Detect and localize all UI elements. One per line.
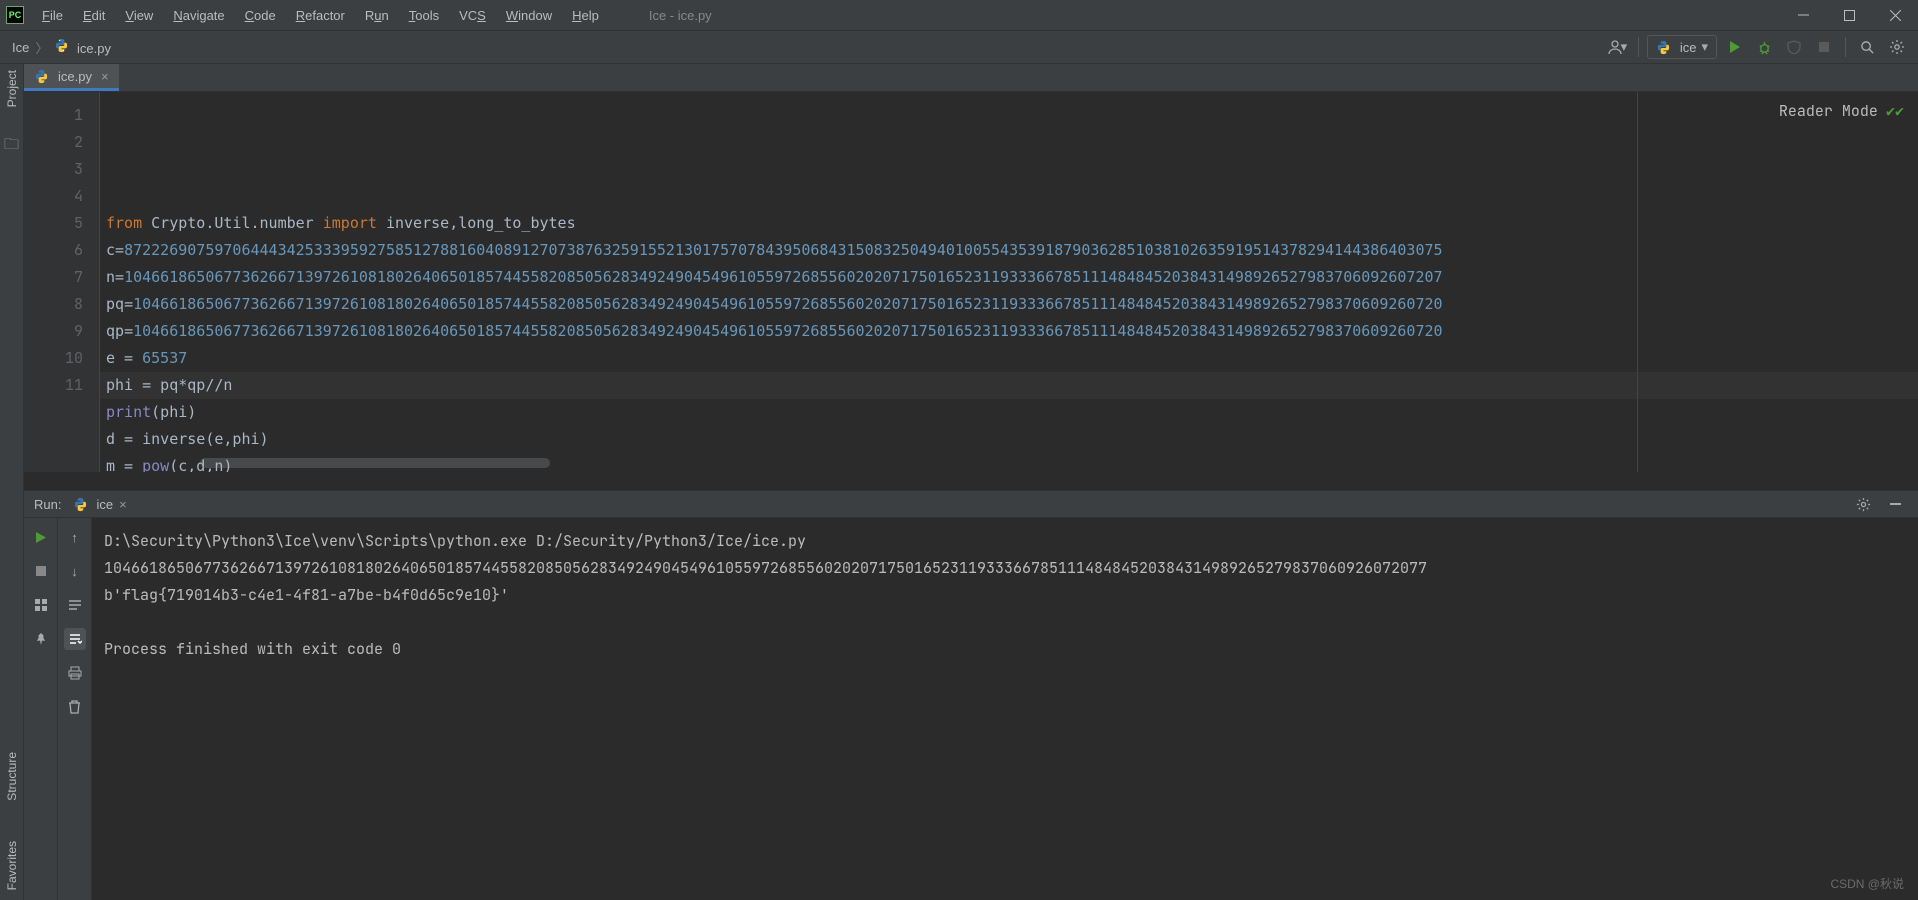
breadcrumb: Ice 〉 ice.py xyxy=(12,38,111,57)
close-button[interactable] xyxy=(1872,0,1918,31)
menu-run[interactable]: Run xyxy=(355,0,399,31)
separator xyxy=(1845,37,1846,57)
main-menu: File Edit View Navigate Code Refactor Ru… xyxy=(32,0,609,31)
print-button[interactable] xyxy=(64,662,86,684)
menu-help[interactable]: Help xyxy=(562,0,609,31)
project-folder-icon: 🗀 xyxy=(4,134,19,159)
left-toolwindow-strip: Project 🗀 Structure Favorites xyxy=(0,64,24,900)
navigation-bar: Ice 〉 ice.py ▾ ice ▾ xyxy=(0,31,1918,64)
close-run-tab-icon[interactable]: × xyxy=(119,497,127,512)
pin-button[interactable] xyxy=(30,628,52,650)
menu-code[interactable]: Code xyxy=(235,0,286,31)
title-bar: PC File Edit View Navigate Code Refactor… xyxy=(0,0,1918,31)
run-toolwindow-header: Run: ice × xyxy=(24,490,1918,518)
breadcrumb-file[interactable]: ice.py xyxy=(54,38,111,56)
editor-status-widgets: Reader Mode ✔✔ xyxy=(1779,98,1904,125)
menu-window[interactable]: Window xyxy=(496,0,562,31)
run-title: Run: xyxy=(34,497,61,512)
run-toolwindow: ↑ ↓ D:\Security\Python3\Ice\venv\Scripts… xyxy=(24,518,1918,900)
chevron-right-icon: 〉 xyxy=(35,38,48,57)
down-stack-button[interactable]: ↓ xyxy=(64,560,86,582)
minimize-button[interactable] xyxy=(1780,0,1826,31)
soft-wrap-button[interactable] xyxy=(64,594,86,616)
menu-file[interactable]: File xyxy=(32,0,73,31)
python-icon xyxy=(73,497,88,512)
editor-tab-label: ice.py xyxy=(58,69,92,84)
reader-mode-label[interactable]: Reader Mode xyxy=(1779,98,1878,125)
menu-view[interactable]: View xyxy=(115,0,163,31)
editor-tab[interactable]: ice.py × xyxy=(24,64,119,91)
run-config-selector[interactable]: ice ▾ xyxy=(1647,35,1717,59)
run-side-toolbar-right: ↑ ↓ xyxy=(58,518,92,900)
debug-button[interactable] xyxy=(1751,34,1777,60)
python-icon xyxy=(1656,40,1671,55)
run-config-name[interactable]: ice xyxy=(96,497,113,512)
menu-refactor[interactable]: Refactor xyxy=(286,0,355,31)
structure-toolwindow-button[interactable]: Structure xyxy=(5,752,19,801)
rerun-button[interactable] xyxy=(30,526,52,548)
inspection-ok-icon[interactable]: ✔✔ xyxy=(1886,98,1904,125)
scroll-to-end-button[interactable] xyxy=(64,628,86,650)
window-controls xyxy=(1780,0,1918,31)
toolbar-right: ▾ ice ▾ xyxy=(1604,34,1918,60)
menu-navigate[interactable]: Navigate xyxy=(163,0,234,31)
menu-vcs[interactable]: VCS xyxy=(449,0,496,31)
menu-tools[interactable]: Tools xyxy=(399,0,449,31)
run-config-label: ice xyxy=(1680,40,1697,55)
settings-button[interactable] xyxy=(1884,34,1910,60)
layout-button[interactable] xyxy=(30,594,52,616)
menu-edit[interactable]: Edit xyxy=(73,0,115,31)
run-side-toolbar-left xyxy=(24,518,58,900)
editor-tabs: ice.py × xyxy=(24,64,1918,92)
close-tab-icon[interactable]: × xyxy=(101,69,109,84)
up-stack-button[interactable]: ↑ xyxy=(64,526,86,548)
delete-button[interactable] xyxy=(64,696,86,718)
favorites-toolwindow-button[interactable]: Favorites xyxy=(5,841,19,890)
chevron-down-icon: ▾ xyxy=(1701,39,1708,55)
hide-toolwindow-button[interactable] xyxy=(1882,491,1908,517)
coverage-button[interactable] xyxy=(1781,34,1807,60)
watermark: CSDN @秋说 xyxy=(1830,875,1904,892)
code-editor[interactable]: 123 456 789 1011 Reader Mode ✔✔ from Cry… xyxy=(24,92,1918,472)
maximize-button[interactable] xyxy=(1826,0,1872,31)
app-logo-icon: PC xyxy=(6,6,24,24)
python-file-icon xyxy=(34,69,49,84)
project-toolwindow-button[interactable]: Project xyxy=(5,70,19,107)
search-everywhere-button[interactable] xyxy=(1854,34,1880,60)
window-title: Ice - ice.py xyxy=(649,8,712,23)
python-file-icon xyxy=(54,38,69,53)
console-output[interactable]: D:\Security\Python3\Ice\venv\Scripts\pyt… xyxy=(92,518,1918,900)
breadcrumb-project[interactable]: Ice xyxy=(12,40,29,55)
code-area[interactable]: Reader Mode ✔✔ from Crypto.Util.number i… xyxy=(100,92,1918,472)
run-button[interactable] xyxy=(1721,34,1747,60)
separator xyxy=(1638,37,1639,57)
stop-run-button[interactable] xyxy=(30,560,52,582)
run-settings-button[interactable] xyxy=(1850,491,1876,517)
gutter: 123 456 789 1011 xyxy=(24,92,100,472)
user-icon[interactable]: ▾ xyxy=(1604,34,1630,60)
stop-button[interactable] xyxy=(1811,34,1837,60)
